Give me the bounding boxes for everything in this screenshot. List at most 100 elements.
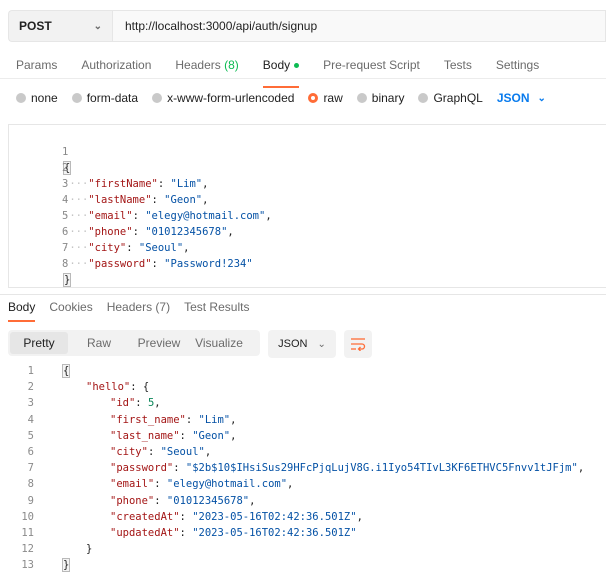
json-value: { bbox=[142, 381, 150, 394]
chevron-down-icon: ⌄ bbox=[317, 338, 326, 350]
view-mode-switcher: Pretty Raw Preview Visualize bbox=[8, 330, 260, 356]
tab-tests[interactable]: Tests bbox=[444, 58, 472, 78]
tab-response-headers-label: Headers bbox=[106, 300, 153, 314]
view-preview-button[interactable]: Preview bbox=[130, 332, 188, 354]
json-value: "2023-05-16T02:42:36.501Z" bbox=[192, 510, 357, 523]
json-value: "Seoul" bbox=[160, 446, 205, 458]
radio-icon bbox=[418, 93, 429, 103]
response-format-select[interactable]: JSON ⌄ bbox=[268, 330, 336, 358]
option-graphql-label: GraphQL bbox=[433, 91, 483, 105]
code-line: 7 ····"password": "Password!234" bbox=[9, 224, 253, 270]
radio-selected-icon bbox=[308, 93, 319, 103]
wrap-lines-icon bbox=[351, 338, 366, 351]
tab-headers[interactable]: Headers (8) bbox=[175, 58, 238, 78]
json-value: "Lim" bbox=[170, 178, 203, 190]
json-value: "2023-05-16T02:42:36.501Z" bbox=[192, 527, 357, 539]
code-line: 5 ····"phone": "01012345678", bbox=[9, 192, 234, 238]
json-comma: , bbox=[265, 210, 272, 222]
line-number: 6 bbox=[27, 446, 34, 458]
option-form-data[interactable]: form-data bbox=[71, 91, 138, 105]
option-raw-label: raw bbox=[323, 91, 343, 105]
json-comma: , bbox=[183, 242, 190, 254]
json-key: "hello" bbox=[86, 381, 131, 394]
view-raw-button[interactable]: Raw bbox=[70, 332, 128, 354]
view-visualize-button[interactable]: Visualize bbox=[190, 332, 248, 354]
json-key: "phone" bbox=[88, 226, 133, 238]
json-comma: , bbox=[202, 194, 209, 206]
line-number: 8 bbox=[61, 258, 69, 270]
line-number: 1 bbox=[61, 146, 69, 158]
option-none[interactable]: none bbox=[16, 91, 58, 105]
line-number: 4 bbox=[61, 194, 69, 206]
tab-pre-request-script[interactable]: Pre-request Script bbox=[323, 58, 420, 78]
tab-divider bbox=[0, 78, 606, 79]
json-key: "password" bbox=[88, 258, 152, 270]
tab-params[interactable]: Params bbox=[16, 58, 57, 78]
tab-settings-label: Settings bbox=[495, 58, 540, 72]
json-key: "first_name" bbox=[110, 413, 186, 426]
method-select[interactable]: POST ⌄ bbox=[8, 10, 112, 42]
url-text: http://localhost:3000/api/auth/signup bbox=[125, 19, 318, 33]
url-input[interactable]: http://localhost:3000/api/auth/signup bbox=[112, 10, 606, 42]
json-value: "Password!234" bbox=[164, 258, 253, 270]
json-value: "Lim" bbox=[198, 413, 231, 426]
json-key: "updatedAt" bbox=[110, 527, 180, 539]
line-number: 6 bbox=[61, 226, 69, 238]
request-body-editor[interactable]: 1 { 2 ····"firstName": "Lim", 3 ····"las… bbox=[8, 124, 606, 288]
tab-authorization[interactable]: Authorization bbox=[81, 58, 151, 78]
tab-test-results[interactable]: Test Results bbox=[184, 300, 249, 320]
json-brace: } bbox=[86, 543, 93, 556]
json-value: "elegy@hotmail.com" bbox=[166, 478, 288, 491]
body-type-options: none form-data x-www-form-urlencoded raw… bbox=[16, 91, 546, 105]
json-comma: , bbox=[230, 429, 237, 442]
radio-icon bbox=[16, 93, 26, 103]
tab-response-body[interactable]: Body bbox=[8, 300, 36, 322]
json-value: "01012345678" bbox=[145, 226, 228, 238]
tab-response-body-label: Body bbox=[8, 300, 36, 314]
option-urlencoded[interactable]: x-www-form-urlencoded bbox=[152, 91, 294, 105]
tab-tests-label: Tests bbox=[443, 58, 472, 72]
json-value: "Seoul" bbox=[138, 242, 184, 254]
option-none-label: none bbox=[31, 91, 58, 105]
json-comma: , bbox=[287, 478, 294, 491]
json-brace: } bbox=[62, 558, 71, 573]
json-key: "createdAt" bbox=[110, 510, 180, 523]
json-comma: , bbox=[202, 178, 209, 190]
json-value: "elegy@hotmail.com" bbox=[145, 210, 266, 222]
option-raw[interactable]: raw bbox=[308, 91, 343, 105]
pane-divider[interactable] bbox=[0, 294, 606, 295]
code-line: 2 ····"firstName": "Lim", bbox=[9, 144, 208, 190]
view-pretty-button[interactable]: Pretty bbox=[10, 332, 68, 354]
code-line: 3 ····"lastName": "Geon", bbox=[9, 160, 208, 206]
code-line: 1 { bbox=[9, 128, 72, 175]
tab-test-results-label: Test Results bbox=[184, 300, 250, 314]
json-key: "firstName" bbox=[88, 178, 158, 190]
request-url-bar: POST ⌄ http://localhost:3000/api/auth/si… bbox=[8, 10, 606, 44]
option-binary[interactable]: binary bbox=[356, 91, 404, 105]
json-key: "city" bbox=[88, 242, 127, 254]
json-key: "phone" bbox=[110, 494, 155, 507]
radio-icon bbox=[71, 93, 82, 103]
tab-cookies[interactable]: Cookies bbox=[49, 300, 92, 320]
option-urlencoded-label: x-www-form-urlencoded bbox=[167, 91, 295, 105]
radio-icon bbox=[152, 93, 163, 103]
line-number: 2 bbox=[61, 162, 69, 174]
option-graphql[interactable]: GraphQL bbox=[418, 91, 483, 105]
line-number: 5 bbox=[61, 210, 69, 222]
tab-settings[interactable]: Settings bbox=[496, 58, 539, 78]
tab-body[interactable]: Body bbox=[262, 58, 300, 88]
body-language-label: JSON bbox=[496, 91, 530, 105]
line-number: 8 bbox=[27, 478, 34, 491]
body-language-select[interactable]: JSON ⌄ bbox=[497, 91, 546, 105]
line-number: 7 bbox=[61, 242, 69, 254]
json-comma: , bbox=[356, 510, 363, 523]
wrap-lines-button[interactable] bbox=[344, 330, 372, 358]
chevron-down-icon: ⌄ bbox=[93, 20, 102, 32]
response-body-viewer[interactable]: 1{2 "hello": {3 "id": 5, 4 "first_name": "Li… bbox=[0, 362, 606, 577]
json-value: "$2b$10$IHsiSus29HFcPjqLujV8G.i1Iyo54TIv… bbox=[185, 462, 578, 475]
json-value: "Geon" bbox=[192, 429, 231, 442]
json-key: "password" bbox=[110, 462, 174, 475]
tab-response-headers[interactable]: Headers (7) bbox=[107, 300, 170, 320]
json-value: "01012345678" bbox=[166, 494, 250, 507]
tab-pre-request-label: Pre-request Script bbox=[323, 58, 420, 72]
